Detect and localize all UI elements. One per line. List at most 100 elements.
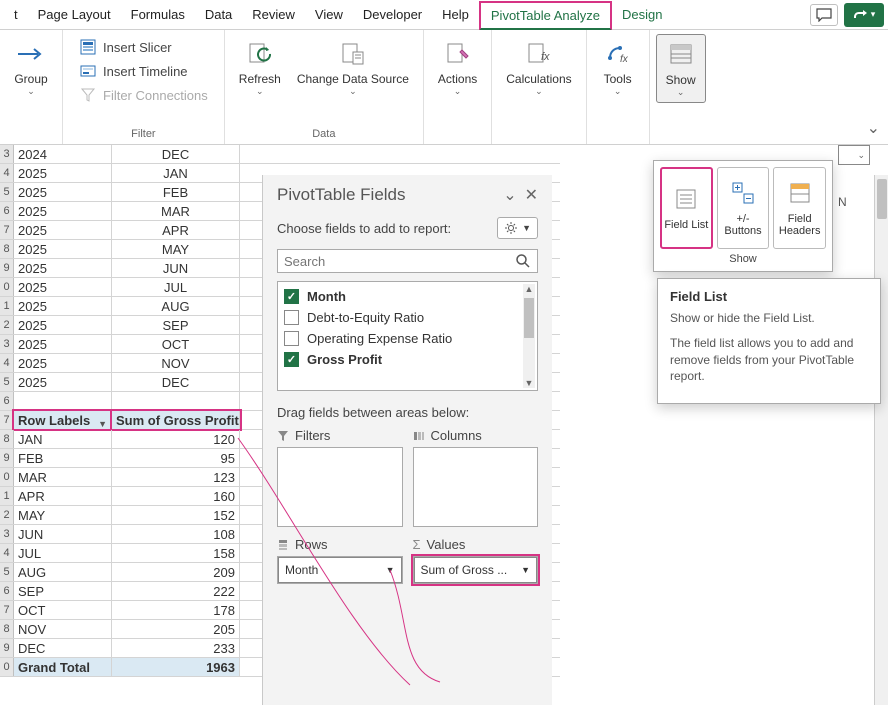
change-data-source-button[interactable]: Change Data Source ⌄ xyxy=(289,34,417,101)
field-item[interactable]: ✓Month xyxy=(284,286,531,307)
pivot-value[interactable]: 120 xyxy=(112,430,240,448)
tab-developer[interactable]: Developer xyxy=(353,2,432,27)
pivot-value[interactable]: 152 xyxy=(112,506,240,524)
cell[interactable]: SEP xyxy=(112,316,240,334)
cell[interactable]: NOV xyxy=(112,354,240,372)
row-header[interactable]: 2 xyxy=(0,506,14,524)
filters-area[interactable] xyxy=(277,447,403,527)
row-header[interactable]: 7 xyxy=(0,221,14,239)
pivot-value[interactable]: 209 xyxy=(112,563,240,581)
checkbox-icon[interactable] xyxy=(284,331,299,346)
row-header[interactable]: 5 xyxy=(0,373,14,391)
cell[interactable]: 2025 xyxy=(14,164,112,182)
field-list[interactable]: ✓MonthDebt-to-Equity RatioOperating Expe… xyxy=(277,281,538,391)
row-header[interactable]: 4 xyxy=(0,354,14,372)
pivot-row-label[interactable]: FEB xyxy=(14,449,112,467)
cell[interactable]: 2025 xyxy=(14,297,112,315)
cell[interactable]: DEC xyxy=(112,145,240,163)
cell[interactable] xyxy=(112,392,240,410)
row-header[interactable]: 3 xyxy=(0,335,14,353)
plus-minus-buttons-toggle[interactable]: +/- Buttons xyxy=(717,167,770,249)
field-item[interactable]: Debt-to-Equity Ratio xyxy=(284,307,531,328)
cell[interactable]: DEC xyxy=(112,373,240,391)
pivot-value[interactable]: 160 xyxy=(112,487,240,505)
checkbox-icon[interactable] xyxy=(284,310,299,325)
row-header[interactable]: 1 xyxy=(0,487,14,505)
pivot-value[interactable]: 233 xyxy=(112,639,240,657)
cell[interactable]: MAY xyxy=(112,240,240,258)
rows-area[interactable]: Month▼ xyxy=(277,556,403,584)
refresh-button[interactable]: Refresh ⌄ xyxy=(231,34,289,101)
cell[interactable]: 2025 xyxy=(14,316,112,334)
row-header[interactable]: 7 xyxy=(0,601,14,619)
cell[interactable]: MAR xyxy=(112,202,240,220)
row-header[interactable]: 0 xyxy=(0,468,14,486)
pivot-row-label[interactable]: MAY xyxy=(14,506,112,524)
tab-pivottable-analyze[interactable]: PivotTable Analyze xyxy=(479,1,612,31)
ribbon-collapse-button[interactable]: ⌄ xyxy=(867,118,880,138)
row-header[interactable]: 9 xyxy=(0,639,14,657)
cell[interactable]: JUN xyxy=(112,259,240,277)
pivot-row-label[interactable]: JUN xyxy=(14,525,112,543)
pivot-row-label[interactable]: APR xyxy=(14,487,112,505)
calculations-button[interactable]: fx Calculations ⌄ xyxy=(498,34,579,101)
cell[interactable] xyxy=(14,392,112,410)
tab-design[interactable]: Design xyxy=(612,2,672,27)
close-pane-icon[interactable]: ✕ xyxy=(525,185,538,205)
tab-view[interactable]: View xyxy=(305,2,353,27)
tab-partial[interactable]: t xyxy=(4,2,28,27)
pivot-row-label[interactable]: JUL xyxy=(14,544,112,562)
checkbox-icon[interactable]: ✓ xyxy=(284,352,299,367)
pivot-value[interactable]: 178 xyxy=(112,601,240,619)
pivot-value[interactable]: 158 xyxy=(112,544,240,562)
cell[interactable]: 2025 xyxy=(14,183,112,201)
pivot-row-labels-header[interactable]: Row Labels▼ xyxy=(14,411,112,429)
row-header[interactable]: 9 xyxy=(0,259,14,277)
tab-help[interactable]: Help xyxy=(432,2,479,27)
row-header[interactable]: 2 xyxy=(0,316,14,334)
cell[interactable]: 2025 xyxy=(14,354,112,372)
tab-data[interactable]: Data xyxy=(195,2,242,27)
cell[interactable]: JUL xyxy=(112,278,240,296)
cell[interactable]: 2025 xyxy=(14,240,112,258)
pivot-value[interactable]: 123 xyxy=(112,468,240,486)
column-header-dropdown[interactable]: ⌄ xyxy=(838,145,870,165)
cell[interactable]: 2025 xyxy=(14,221,112,239)
rows-chip-month[interactable]: Month▼ xyxy=(278,557,402,583)
pivot-row-label[interactable]: MAR xyxy=(14,468,112,486)
cell[interactable]: JAN xyxy=(112,164,240,182)
share-button[interactable]: ▾ xyxy=(844,3,884,27)
tab-page-layout[interactable]: Page Layout xyxy=(28,2,121,27)
cell[interactable]: 2025 xyxy=(14,335,112,353)
row-header[interactable]: 5 xyxy=(0,183,14,201)
show-button[interactable]: Show ⌄ xyxy=(656,34,706,103)
row-header[interactable]: 3 xyxy=(0,145,14,163)
cell[interactable]: 2025 xyxy=(14,373,112,391)
pivot-row-label[interactable]: JAN xyxy=(14,430,112,448)
group-button[interactable]: Group ⌄ xyxy=(6,34,56,101)
cell[interactable]: 2025 xyxy=(14,202,112,220)
row-header[interactable]: 1 xyxy=(0,297,14,315)
row-header[interactable]: 9 xyxy=(0,449,14,467)
tab-review[interactable]: Review xyxy=(242,2,305,27)
values-area[interactable]: Sum of Gross ...▼ xyxy=(413,556,539,584)
cell[interactable]: APR xyxy=(112,221,240,239)
pivot-row-label[interactable]: SEP xyxy=(14,582,112,600)
row-header[interactable]: 8 xyxy=(0,430,14,448)
field-list-toggle[interactable]: Field List xyxy=(660,167,713,249)
values-chip-gross-profit[interactable]: Sum of Gross ...▼ xyxy=(414,557,538,583)
row-header[interactable]: 4 xyxy=(0,164,14,182)
pivot-value[interactable]: 95 xyxy=(112,449,240,467)
checkbox-icon[interactable]: ✓ xyxy=(284,289,299,304)
row-header[interactable]: 8 xyxy=(0,240,14,258)
cell[interactable]: 2025 xyxy=(14,259,112,277)
insert-timeline-button[interactable]: Insert Timeline xyxy=(75,60,192,82)
actions-button[interactable]: Actions ⌄ xyxy=(430,34,485,101)
field-search-box[interactable] xyxy=(277,249,538,273)
row-header[interactable]: 6 xyxy=(0,392,14,410)
row-header[interactable]: 5 xyxy=(0,563,14,581)
tools-button[interactable]: fx Tools ⌄ xyxy=(593,34,643,101)
row-header[interactable]: 6 xyxy=(0,582,14,600)
row-header[interactable]: 6 xyxy=(0,202,14,220)
cell[interactable]: OCT xyxy=(112,335,240,353)
